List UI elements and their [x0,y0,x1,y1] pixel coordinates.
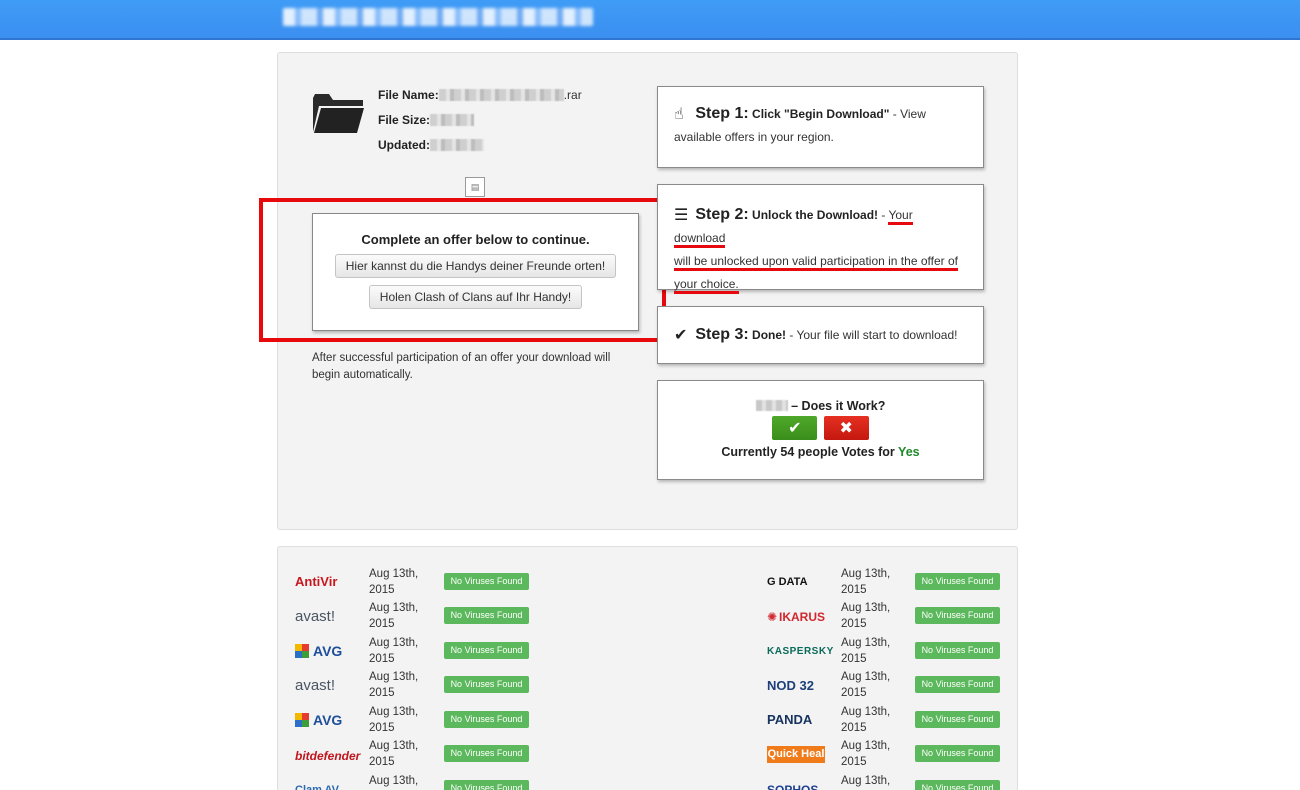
gdata-logo: G DATA [767,576,808,588]
quickheal-logo: Quick Heal [767,746,825,763]
vote-box: – Does it Work? ✔ ✖ Currently 54 people … [657,380,984,480]
after-participation-note: After successful participation of an off… [312,352,611,381]
step-3-number: Step 3: [695,326,749,343]
vote-count-answer: Yes [898,445,920,459]
file-name-row: File Name: .rar [378,88,582,102]
step-2-number: Step 2: [695,206,749,223]
vote-count: Currently 54 people Votes for Yes [658,445,983,459]
bitdefender-logo: bitdefender [295,749,361,763]
scan-status-badge: No Viruses Found [915,780,1000,790]
scan-status-badge: No Viruses Found [444,676,529,693]
avast-logo: avast! [295,677,336,694]
updated-row: Updated: [378,138,484,152]
updated-value-blurred [430,139,484,151]
step-3-title: Done! [752,328,787,342]
scan-date: Aug 13th, 2015 [369,671,419,699]
folder-icon [313,94,364,133]
scan-date: Aug 13th, 2015 [841,602,891,630]
scan-date: Aug 13th, [369,775,419,787]
scan-status-badge: No Viruses Found [915,607,1000,624]
scan-status-badge: No Viruses Found [915,745,1000,762]
file-size-value-blurred [430,114,475,126]
scan-status-badge: No Viruses Found [915,642,1000,659]
kaspersky-logo: KASPERSKY [767,646,834,657]
scan-date: Aug 13th, 2015 [841,568,891,596]
offer-button-1[interactable]: Hier kannst du die Handys deiner Freunde… [334,254,617,278]
updated-label: Updated: [378,138,430,152]
site-title-blurred [283,8,593,26]
file-extension: .rar [563,88,582,102]
step-2-title: Unlock the Download! [752,208,879,222]
avast-logo: avast! [295,608,336,625]
file-size-label: File Size: [378,113,431,127]
antivir-logo: AntiVir [295,574,338,589]
pointer-hand-icon: ☝ [674,106,684,123]
scan-status-badge: No Viruses Found [444,711,529,728]
vote-count-text: Currently 54 people Votes for [721,445,899,459]
nod32-logo: NOD 32 [767,678,814,693]
step-2-desc-line-2: will be unlocked upon valid participatio… [674,254,958,271]
clamav-logo: Clam AV [295,784,340,790]
scan-status-badge: No Viruses Found [444,642,529,659]
vote-name-blurred [755,400,788,411]
top-banner [0,0,1300,40]
offer-heading: Complete an offer below to continue. [361,232,590,247]
step-2-desc-line-3: your choice. [674,277,739,294]
file-name-label: File Name: [378,88,439,102]
file-size-row: File Size: [378,113,475,127]
scan-date: Aug 13th, 2015 [369,637,419,665]
vote-no-button[interactable]: ✖ [823,416,869,440]
vote-yes-button[interactable]: ✔ [772,416,818,440]
document-icon: ▤ [465,177,485,197]
vote-question-text: – Does it Work? [791,399,886,413]
scan-date: Aug 13th, 2015 [841,740,891,768]
scan-date: Aug 13th, 2015 [369,568,419,596]
scan-date: Aug 13th, [841,775,891,787]
ikarus-logo-mark: ✺ [767,610,778,624]
scan-date: Aug 13th, 2015 [369,740,419,768]
scan-date: Aug 13th, 2015 [841,671,891,699]
scan-date: Aug 13th, 2015 [841,637,891,665]
step-3-desc: - Your file will start to download! [786,328,958,342]
vote-question: – Does it Work? [658,399,983,413]
step-1-number: Step 1: [695,105,749,122]
step-2-box: ☰ Step 2: Unlock the Download! - Your do… [657,184,984,294]
offer-button-2[interactable]: Holen Clash of Clans auf Ihr Handy! [368,285,583,309]
server-icon: ☰ [674,207,689,224]
file-name-value-blurred [438,89,564,101]
scan-date: Aug 13th, 2015 [369,706,419,734]
offer-box: Complete an offer below to continue. Hie… [312,213,639,331]
scan-date: Aug 13th, 2015 [841,706,891,734]
scan-date: Aug 13th, 2015 [369,602,419,630]
step-3-box: ✔ Step 3: Done! - Your file will start t… [657,306,984,364]
avg-logo-mark [295,713,309,727]
scan-status-badge: No Viruses Found [444,607,529,624]
panda-logo: PANDA [767,712,813,727]
scan-status-badge: No Viruses Found [915,711,1000,728]
scan-status-badge: No Viruses Found [915,573,1000,590]
scan-status-badge: No Viruses Found [444,745,529,762]
step-2-desc-prefix: - [878,208,889,222]
scan-status-badge: No Viruses Found [915,676,1000,693]
scan-status-badge: No Viruses Found [444,573,529,590]
checkmark-icon: ✔ [674,327,688,344]
sophos-logo: SOPHOS [767,783,819,790]
step-1-title: Click "Begin Download" [752,107,890,121]
step-1-box: ☝ Step 1: Click "Begin Download" - View … [657,86,984,168]
scan-status-badge: No Viruses Found [444,780,529,790]
avg-logo-mark [295,644,309,658]
